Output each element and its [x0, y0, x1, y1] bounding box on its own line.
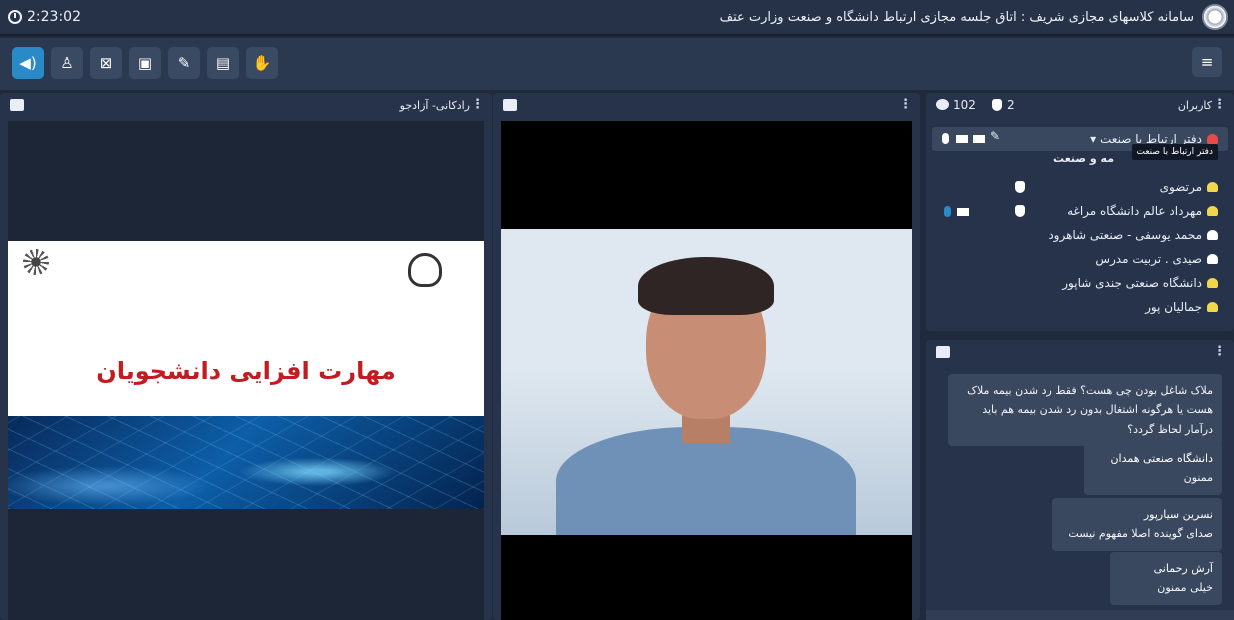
chat-options-icon[interactable]: ⋮ — [1213, 344, 1226, 359]
speaker-icon: ◀) — [19, 54, 37, 72]
presentation-area: مهارت افزایی دانشجویان — [8, 121, 484, 620]
user-icon — [1207, 134, 1218, 144]
raised-hand-icon — [1015, 205, 1025, 217]
message-text: ممنون — [1183, 471, 1213, 485]
chat-icon — [936, 346, 950, 358]
slide-title: مهارت افزایی دانشجویان — [96, 357, 396, 385]
camera-off-icon: ⊠ — [99, 54, 113, 72]
raised-hand-icon — [1015, 181, 1025, 193]
user-count: 102 — [953, 98, 976, 112]
users-options-icon[interactable]: ⋮ — [1213, 97, 1226, 112]
raise-hand-icon: ✋ — [252, 54, 272, 72]
user-row[interactable]: مرتضوی — [932, 176, 1228, 200]
user-icon — [1207, 278, 1218, 288]
microphone-button[interactable]: ♙ — [51, 47, 83, 79]
user-row[interactable]: مهرداد عالم دانشگاه مراغه — [932, 200, 1228, 224]
iran-emblem — [408, 253, 442, 287]
chat-message: دانشگاه صنعتی همدان ممنون — [1084, 442, 1222, 495]
university-logo — [1202, 4, 1228, 30]
user-row[interactable]: صیدی . تربیت مدرس — [932, 248, 1228, 272]
star-logo — [23, 249, 49, 275]
message-sender: دانشگاه صنعتی همدان — [1110, 452, 1213, 465]
folder-icon — [10, 99, 24, 111]
menu-icon: ≡ — [1200, 53, 1214, 71]
users-title: کاربران — [1177, 99, 1212, 112]
clock-icon — [8, 10, 22, 24]
user-icon — [1207, 230, 1218, 240]
camera-icon — [957, 208, 969, 216]
user-row[interactable]: دانشگاه صنعتی جندی شاپور — [932, 272, 1228, 296]
presentation-header: رادکانی- آزادجو ⋮ — [0, 93, 492, 119]
message-sender: نسرین سیارپور — [1143, 508, 1213, 521]
speaker-button[interactable]: ◀) — [12, 47, 44, 79]
brush-button[interactable]: ✎ — [168, 47, 200, 79]
main-menu-button[interactable]: ≡ — [1192, 47, 1222, 77]
user-name: مهرداد عالم دانشگاه مراغه — [1067, 204, 1202, 218]
chat-message: ملاک شاغل بودن چی هست؟ فقط رد شدن بیمه م… — [948, 374, 1222, 446]
user-name: دانشگاه صنعتی جندی شاپور — [1062, 276, 1202, 290]
microphone-on-icon — [944, 206, 951, 217]
chat-messages: ملاک شاغل بودن چی هست؟ فقط رد شدن بیمه م… — [932, 366, 1228, 608]
chat-panel: ⋮ ملاک شاغل بودن چی هست؟ فقط رد شدن بیمه… — [926, 340, 1234, 620]
video-area — [501, 121, 912, 620]
video-options-icon[interactable]: ⋮ — [899, 97, 912, 112]
elapsed-time: 2:23:02 — [27, 9, 81, 25]
users-panel: 102 2 کاربران ⋮ ✎ دفتر ارتباط با صنعت ▾ … — [926, 93, 1234, 331]
users-icon — [936, 99, 949, 110]
app-title: سامانه کلاسهای مجازی شریف : اتاق جلسه مج… — [719, 10, 1194, 25]
chat-message: آرش رحمانی خیلی ممنون — [1110, 552, 1222, 605]
user-name: جمالیان پور — [1145, 300, 1202, 314]
toolbar: ◀) ♙ ⊠ ▣ ✎ ▤ ✋ ≡ — [0, 38, 1234, 90]
raise-hand-button[interactable]: ✋ — [246, 47, 278, 79]
folder-icon: ▤ — [215, 54, 231, 72]
presentation-options-icon[interactable]: ⋮ — [471, 97, 484, 112]
user-name: صیدی . تربیت مدرس — [1095, 252, 1202, 266]
user-row[interactable]: محمد یوسفی - صنعتی شاهرود — [932, 224, 1228, 248]
technology-banner-image — [8, 416, 484, 509]
user-icon — [1207, 302, 1218, 312]
speaker-hair — [638, 257, 774, 315]
chat-input-area[interactable] — [926, 610, 1234, 620]
message-text: صدای گوینده اصلا مفهوم نیست — [1068, 527, 1213, 541]
user-name: مرتضوی — [1159, 180, 1202, 194]
covered-user-text: مه و صنعت — [1053, 152, 1114, 165]
user-icon — [1207, 206, 1218, 216]
speaker-shirt — [556, 427, 856, 535]
message-text: خیلی ممنون — [1157, 581, 1213, 595]
hand-count-icon — [992, 99, 1002, 111]
chat-header: ⋮ — [926, 340, 1234, 366]
message-sender: آرش رحمانی — [1153, 562, 1213, 575]
camera-button[interactable]: ⊠ — [90, 47, 122, 79]
user-list: ✎ دفتر ارتباط با صنعت ▾ دفتر ارتباط با ص… — [932, 121, 1228, 331]
video-camera-icon — [503, 99, 517, 111]
video-panel: ⋮ — [493, 93, 920, 620]
speaker-video — [501, 229, 912, 535]
users-header: 102 2 کاربران ⋮ — [926, 93, 1234, 119]
hand-count: 2 — [1007, 98, 1015, 112]
session-clock: 2:23:02 — [8, 9, 81, 25]
user-tooltip: دفتر ارتباط با صنعت — [1131, 144, 1218, 160]
brush-icon: ✎ — [177, 54, 191, 72]
screen-share-icon: ▣ — [137, 54, 153, 72]
title-bar: 2:23:02 سامانه کلاسهای مجازی شریف : اتاق… — [0, 0, 1234, 36]
presentation-panel: رادکانی- آزادجو ⋮ مهارت افزایی دانشجویان — [0, 93, 492, 620]
user-name: محمد یوسفی - صنعتی شاهرود — [1048, 228, 1202, 242]
folder-button[interactable]: ▤ — [207, 47, 239, 79]
screen-share-button[interactable]: ▣ — [129, 47, 161, 79]
presenter-name: رادکانی- آزادجو — [399, 99, 470, 112]
user-row[interactable]: جمالیان پور — [932, 296, 1228, 320]
user-icon — [1207, 254, 1218, 264]
slide: مهارت افزایی دانشجویان — [8, 241, 484, 509]
message-text: ملاک شاغل بودن چی هست؟ فقط رد شدن بیمه م… — [967, 384, 1213, 436]
video-header: ⋮ — [493, 93, 920, 119]
chat-message: نسرین سیارپور صدای گوینده اصلا مفهوم نیس… — [1052, 498, 1222, 551]
user-icon — [1207, 182, 1218, 192]
microphone-muted-icon: ♙ — [60, 54, 74, 72]
